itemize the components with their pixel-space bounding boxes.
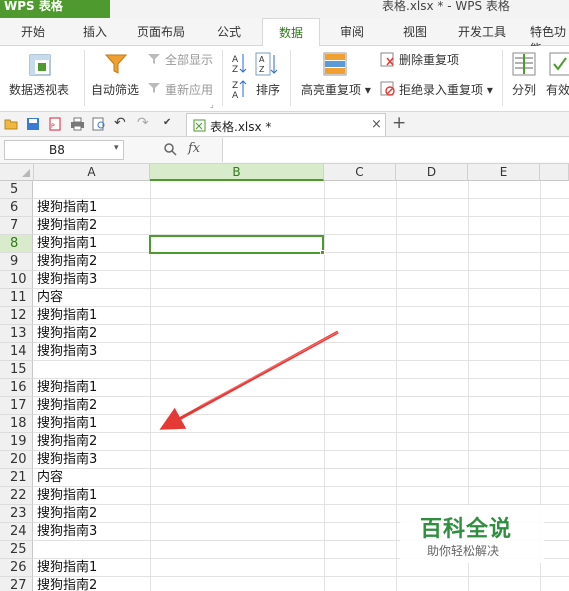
- app-menu-button[interactable]: WPS 表格: [0, 0, 110, 18]
- document-tab-label: 表格.xlsx *: [210, 120, 272, 134]
- reapply-button[interactable]: 重新应用: [165, 81, 213, 98]
- app-name: WPS 表格: [4, 0, 63, 13]
- autofilter-button[interactable]: 自动筛选: [91, 81, 139, 98]
- quick-access-bar: P ↶ ↷ ✔ 表格.xlsx * × +: [0, 112, 569, 137]
- menu-insert[interactable]: 插入: [83, 23, 107, 40]
- reapply-icon: [147, 81, 161, 98]
- svg-text:Z: Z: [232, 65, 238, 74]
- menu-formula[interactable]: 公式: [217, 23, 241, 40]
- svg-text:A: A: [232, 91, 239, 99]
- chevron-down-icon[interactable]: ▾: [114, 143, 119, 153]
- open-icon[interactable]: [4, 117, 19, 131]
- sort-asc-icon[interactable]: AZ: [231, 52, 247, 77]
- menu-review[interactable]: 审阅: [340, 23, 364, 40]
- highlight-duplicates-label: 高亮重复项: [301, 83, 362, 97]
- title-bar: WPS 表格 表格.xlsx * - WPS 表格: [0, 0, 569, 18]
- highlight-duplicates-icon[interactable]: [323, 52, 347, 79]
- formula-input[interactable]: [222, 138, 569, 162]
- separator: [84, 50, 85, 106]
- ribbon: 数据透视表 自动筛选 全部显示 重新应用 ⌟ AZ ZA AZ 排序 高亮重复项…: [0, 46, 569, 112]
- undo-icon[interactable]: ↶: [114, 116, 129, 131]
- filter-icon[interactable]: [104, 52, 128, 79]
- sort-button[interactable]: 排序: [256, 81, 280, 98]
- print-preview-icon[interactable]: [92, 117, 107, 131]
- split-columns-button[interactable]: 分列: [512, 81, 536, 98]
- save-icon[interactable]: [26, 117, 41, 131]
- new-tab-icon[interactable]: +: [392, 113, 406, 133]
- svg-text:P: P: [51, 123, 55, 130]
- reject-duplicates-icon: [380, 81, 395, 99]
- validation-button[interactable]: 有效: [546, 81, 569, 98]
- watermark-title: 百科全说: [420, 517, 513, 542]
- zoom-search-icon[interactable]: [163, 142, 177, 159]
- name-box[interactable]: B8 ▾: [4, 140, 124, 160]
- separator: [290, 50, 291, 106]
- validation-icon[interactable]: [549, 52, 569, 79]
- watermark: 百科全说 助你轻松解决: [400, 505, 544, 563]
- menu-home[interactable]: 开始: [21, 23, 45, 40]
- dialog-launcher-icon[interactable]: ⌟: [210, 100, 214, 109]
- reject-duplicates-label: 拒绝录入重复项: [399, 83, 484, 97]
- pivot-table-icon[interactable]: [29, 54, 51, 79]
- separator: [222, 50, 223, 106]
- document-tab[interactable]: 表格.xlsx * ×: [186, 113, 386, 136]
- customize-toolbar-icon[interactable]: ✔: [163, 117, 178, 131]
- highlight-duplicates-button[interactable]: 高亮重复项 ▾: [301, 81, 371, 98]
- menu-view[interactable]: 视图: [403, 23, 427, 40]
- spreadsheet-file-icon: [193, 119, 206, 135]
- menu-developer[interactable]: 开发工具: [458, 23, 506, 40]
- name-box-value: B8: [49, 143, 65, 157]
- svg-text:A: A: [259, 55, 265, 64]
- remove-duplicates-icon: [380, 52, 395, 70]
- svg-text:Z: Z: [259, 65, 265, 74]
- show-all-button[interactable]: 全部显示: [165, 51, 213, 68]
- redo-icon[interactable]: ↷: [137, 116, 152, 131]
- window-title: 表格.xlsx * - WPS 表格: [382, 0, 510, 13]
- remove-duplicates-button[interactable]: 删除重复项: [399, 51, 459, 68]
- show-all-icon: [147, 52, 161, 69]
- fx-icon[interactable]: fx: [188, 141, 200, 156]
- print-icon[interactable]: [70, 117, 85, 131]
- split-columns-icon[interactable]: [512, 52, 536, 79]
- menu-data-tab[interactable]: 数据: [262, 18, 320, 47]
- sort-desc-icon[interactable]: ZA: [231, 79, 247, 102]
- menu-data-label: 数据: [279, 26, 304, 40]
- svg-text:A: A: [232, 55, 239, 65]
- watermark-subtitle: 助你轻松解决: [427, 544, 500, 558]
- close-tab-icon[interactable]: ×: [371, 117, 382, 132]
- pivot-table-button[interactable]: 数据透视表: [9, 81, 69, 98]
- separator: [502, 50, 503, 106]
- svg-text:Z: Z: [232, 81, 238, 91]
- formula-bar: B8 ▾ fx: [0, 137, 569, 164]
- sort-icon[interactable]: AZ: [255, 52, 278, 79]
- reject-duplicates-button[interactable]: 拒绝录入重复项 ▾: [399, 81, 493, 98]
- menu-page-layout[interactable]: 页面布局: [137, 23, 185, 40]
- export-pdf-icon[interactable]: P: [48, 117, 63, 131]
